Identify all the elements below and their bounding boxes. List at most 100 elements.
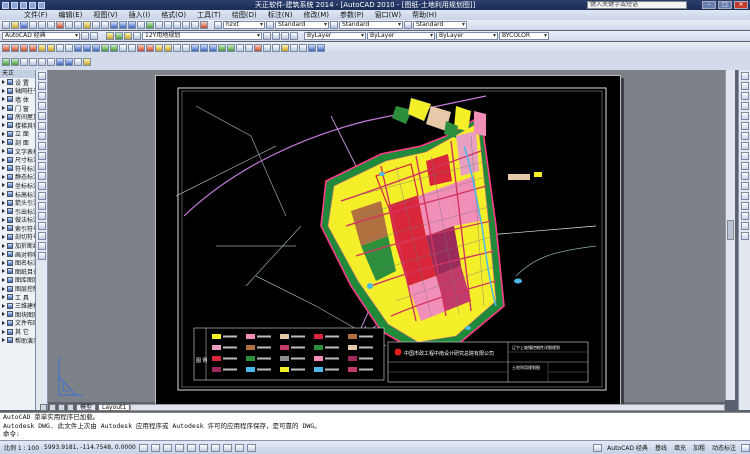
stretch-icon[interactable] (740, 152, 749, 160)
explode-icon[interactable] (740, 232, 749, 240)
text-style-select[interactable]: hzxt (223, 21, 265, 29)
menu-insert[interactable]: 插入(I) (129, 10, 151, 20)
ellipse-arc-icon[interactable] (37, 172, 46, 180)
erase-icon[interactable] (740, 72, 749, 80)
rectangle-icon[interactable] (38, 44, 46, 52)
snap-toggle[interactable] (138, 443, 148, 452)
command-window[interactable]: AutoCAD 菜单实用程序已加载。 Autodesk DWG. 此文件上次由 … (0, 412, 750, 440)
palette-item[interactable]: 坐标标注 (0, 181, 35, 190)
markup-icon[interactable] (182, 21, 190, 29)
preview-icon[interactable] (38, 21, 46, 29)
break-icon[interactable] (218, 44, 226, 52)
array-icon[interactable] (740, 112, 749, 120)
rectangle-icon[interactable] (37, 112, 46, 120)
layer-previous-icon[interactable] (272, 32, 280, 40)
trim-icon[interactable] (200, 44, 208, 52)
palette-item[interactable]: 图层控制 (0, 284, 35, 293)
linetype-select[interactable]: ByLayer (367, 32, 435, 40)
palette-item[interactable]: 图块图案 (0, 310, 35, 319)
maximize-button[interactable]: □ (718, 1, 732, 9)
palette-item[interactable]: 加折断线 (0, 241, 35, 250)
hatch-icon[interactable] (47, 44, 55, 52)
copy-icon[interactable] (65, 21, 73, 29)
arc-icon[interactable] (37, 122, 46, 130)
status-baseline[interactable]: 基线 (653, 443, 669, 452)
status-fill[interactable]: 填充 (672, 443, 688, 452)
tool-palettes-icon[interactable] (164, 21, 172, 29)
ducs-toggle[interactable] (210, 443, 220, 452)
zoom-previous-icon[interactable] (137, 21, 145, 29)
quickcalc-icon[interactable] (191, 21, 199, 29)
move-icon[interactable] (164, 44, 172, 52)
lineweight-select[interactable]: ByLayer (436, 32, 498, 40)
insert-block-icon[interactable] (281, 44, 289, 52)
palette-item[interactable]: 工 具 (0, 293, 35, 301)
palette-item[interactable]: 墙 体 (0, 95, 35, 104)
layer-select[interactable]: 12Y用地规划 (142, 32, 262, 40)
spline-icon[interactable] (37, 152, 46, 160)
copy-icon[interactable] (740, 82, 749, 90)
minimize-button[interactable]: – (702, 1, 716, 9)
palette-item[interactable]: 楼梯其他 (0, 121, 35, 130)
column-icon[interactable] (119, 44, 127, 52)
rotate-icon[interactable] (740, 132, 749, 140)
construction-line-icon[interactable] (37, 82, 46, 90)
room-icon[interactable] (110, 44, 118, 52)
table-style-select[interactable]: Standard (339, 21, 403, 29)
print-icon[interactable] (29, 21, 37, 29)
palette-item[interactable]: 三维建模 (0, 301, 35, 310)
circle-icon[interactable] (37, 132, 46, 140)
layer-state-icon[interactable] (281, 32, 289, 40)
palette-item[interactable]: 帮助演示 (0, 336, 35, 344)
zoom-realtime-icon[interactable] (119, 21, 127, 29)
chamfer-icon[interactable] (227, 44, 235, 52)
stair-icon[interactable] (101, 44, 109, 52)
insert-block-icon[interactable] (37, 182, 46, 190)
dim-style-select[interactable]: Standard (275, 21, 329, 29)
palette-item[interactable]: 立 面 (0, 130, 35, 138)
mleader-style-select[interactable]: Standard (413, 21, 467, 29)
circle-icon[interactable] (29, 44, 37, 52)
palette-item[interactable]: 标高标注 (0, 190, 35, 198)
design-center-icon[interactable] (155, 21, 163, 29)
save-icon[interactable] (20, 21, 28, 29)
distance-icon[interactable] (290, 44, 298, 52)
palette-item[interactable]: 尺寸标注 (0, 155, 35, 164)
palette-item[interactable]: 画对称轴 (0, 250, 35, 258)
arc-icon[interactable] (20, 44, 28, 52)
scale-icon[interactable] (182, 44, 190, 52)
door-icon[interactable] (83, 44, 91, 52)
layer-properties-icon[interactable] (106, 32, 114, 40)
workspace-save-icon[interactable] (90, 32, 98, 40)
tab-last-icon[interactable] (67, 403, 74, 411)
workspace-select[interactable]: AutoCAD 经典 (2, 32, 80, 40)
view-iso-icon[interactable] (47, 58, 55, 66)
palette-item[interactable]: 图库图案 (0, 276, 35, 284)
text-icon[interactable] (56, 44, 64, 52)
scale-readout[interactable]: 比例 1 : 100 (2, 443, 41, 452)
break-icon[interactable] (740, 192, 749, 200)
explode-icon[interactable] (245, 44, 253, 52)
chamfer-icon[interactable] (740, 212, 749, 220)
palette-item[interactable]: 图纸目录 (0, 267, 35, 276)
polar-toggle[interactable] (174, 443, 184, 452)
table-icon[interactable] (317, 44, 325, 52)
mirror-icon[interactable] (740, 92, 749, 100)
palette-item[interactable]: 轴网柱子 (0, 87, 35, 95)
polygon-icon[interactable] (37, 102, 46, 110)
properties-icon[interactable] (146, 21, 154, 29)
new-icon[interactable] (2, 1, 9, 9)
menu-draw[interactable]: 绘图(D) (232, 10, 257, 20)
tab-prev-icon[interactable] (49, 403, 56, 411)
open-icon[interactable] (11, 21, 19, 29)
erase-icon[interactable] (254, 44, 262, 52)
sheet-set-icon[interactable] (173, 21, 181, 29)
palette-item[interactable]: 静态标注 (0, 173, 35, 181)
workspace-settings-icon[interactable] (81, 32, 89, 40)
line-icon[interactable] (37, 72, 46, 80)
open-icon[interactable] (11, 1, 18, 9)
palette-item[interactable]: 设 置 (0, 78, 35, 87)
menu-help[interactable]: 帮助(H) (412, 10, 437, 20)
paste-icon[interactable] (74, 21, 82, 29)
ellipse-icon[interactable] (37, 162, 46, 170)
